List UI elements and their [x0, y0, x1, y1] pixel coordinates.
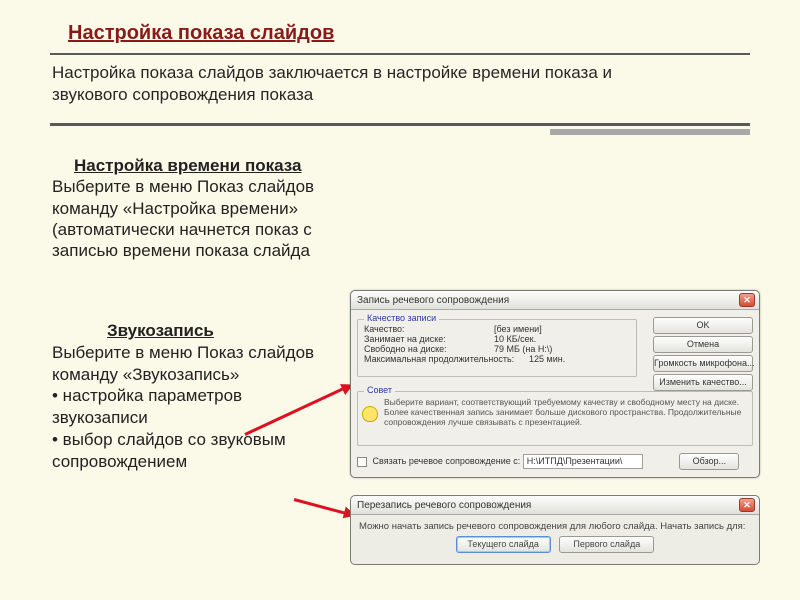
record-narration-dialog: Запись речевого сопровождения ✕ Качество…	[350, 290, 760, 478]
section-audio-bullet1: • настройка параметров звукозаписи	[52, 386, 242, 427]
browse-button[interactable]: Обзор...	[679, 453, 739, 470]
quality-group-legend: Качество записи	[364, 313, 439, 323]
divider-accent	[550, 129, 750, 135]
close-icon[interactable]: ✕	[739, 293, 755, 307]
section-audio-body: Выберите в меню Показ слайдов команду «З…	[52, 343, 314, 384]
tip-text: Выберите вариант, соответствующий требуе…	[384, 398, 752, 427]
disk-usage-label: Занимает на диске:	[364, 334, 494, 344]
change-quality-button[interactable]: Изменить качество...	[653, 374, 753, 391]
arrow-to-record-dialog	[245, 433, 353, 436]
max-duration-label: Максимальная продолжительность:	[364, 354, 529, 364]
max-duration-value: 125 мин.	[529, 354, 565, 364]
rerecord-narration-dialog: Перезапись речевого сопровождения ✕ Можн…	[350, 495, 760, 565]
mic-volume-button[interactable]: Громкость микрофона...	[653, 355, 753, 372]
link-label: Связать речевое сопровождение с:	[373, 456, 521, 466]
dialog2-body-text: Можно начать запись речевого сопровожден…	[359, 521, 751, 532]
page-title: Настройка показа слайдов	[68, 22, 334, 45]
disk-usage-value: 10 КБ/сек.	[494, 334, 536, 344]
quality-value: [без имени]	[494, 324, 542, 334]
free-space-value: 79 МБ (на H:\)	[494, 344, 552, 354]
close-icon[interactable]: ✕	[739, 498, 755, 512]
section-timing: Настройка времени показа Выберите в меню…	[52, 155, 342, 261]
intro-text: Настройка показа слайдов заключается в н…	[52, 62, 612, 106]
section-audio: Звукозапись Выберите в меню Показ слайдо…	[52, 320, 342, 472]
title-underline	[50, 53, 750, 55]
current-slide-button[interactable]: Текущего слайда	[456, 536, 551, 553]
ok-button[interactable]: OK	[653, 317, 753, 334]
link-checkbox[interactable]	[357, 457, 367, 467]
dialog-title: Запись речевого сопровождения	[357, 295, 509, 306]
first-slide-button[interactable]: Первого слайда	[559, 536, 654, 553]
dialog-titlebar[interactable]: Запись речевого сопровождения ✕	[351, 291, 759, 310]
dialog2-title: Перезапись речевого сопровождения	[357, 500, 531, 511]
section-timing-body: Выберите в меню Показ слайдов команду «Н…	[52, 177, 314, 260]
quality-label: Качество:	[364, 324, 494, 334]
section-timing-heading: Настройка времени показа	[74, 155, 342, 176]
link-row: Связать речевое сопровождение с: H:\ИТПД…	[357, 451, 753, 472]
divider-main	[50, 123, 750, 126]
dialog2-titlebar[interactable]: Перезапись речевого сопровождения ✕	[351, 496, 759, 515]
free-space-label: Свободно на диске:	[364, 344, 494, 354]
link-path-field[interactable]: H:\ИТПД\Презентации\	[523, 454, 643, 469]
arrow-to-rerecord-dialog	[294, 498, 349, 501]
cancel-button[interactable]: Отмена	[653, 336, 753, 353]
lightbulb-icon	[362, 406, 378, 422]
section-audio-heading: Звукозапись	[107, 320, 342, 342]
tip-legend: Совет	[364, 385, 395, 395]
